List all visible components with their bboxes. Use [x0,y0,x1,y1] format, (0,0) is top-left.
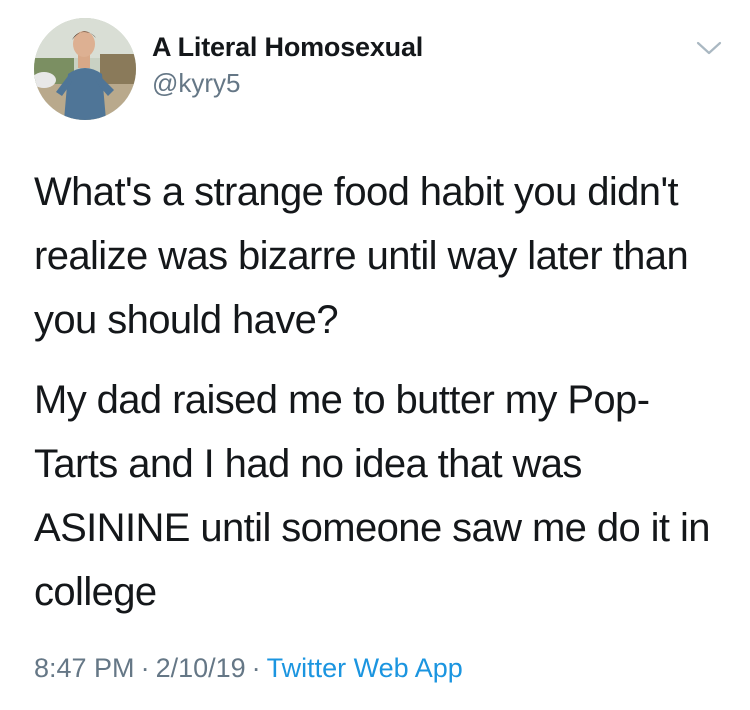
tweet-time[interactable]: 8:47 PM [34,653,135,683]
tweet-text-paragraph: My dad raised me to butter my Pop-Tarts … [34,378,710,614]
profile-photo-icon [34,18,136,120]
tweet-author: A Literal Homosexual @kyry5 [152,30,423,100]
tweet-date[interactable]: 2/10/19 [156,653,246,683]
tweet-text-paragraph: What's a strange food habit you didn't r… [34,170,689,342]
tweet-source-link[interactable]: Twitter Web App [267,653,463,683]
separator: · [251,653,261,683]
avatar[interactable] [34,18,136,120]
chevron-down-icon[interactable] [696,40,722,56]
separator: · [140,653,150,683]
tweet: A Literal Homosexual @kyry5 What's a str… [0,0,750,710]
display-name[interactable]: A Literal Homosexual [152,30,423,64]
user-handle[interactable]: @kyry5 [152,66,423,100]
tweet-metadata: 8:47 PM · 2/10/19 · Twitter Web App [34,648,463,688]
